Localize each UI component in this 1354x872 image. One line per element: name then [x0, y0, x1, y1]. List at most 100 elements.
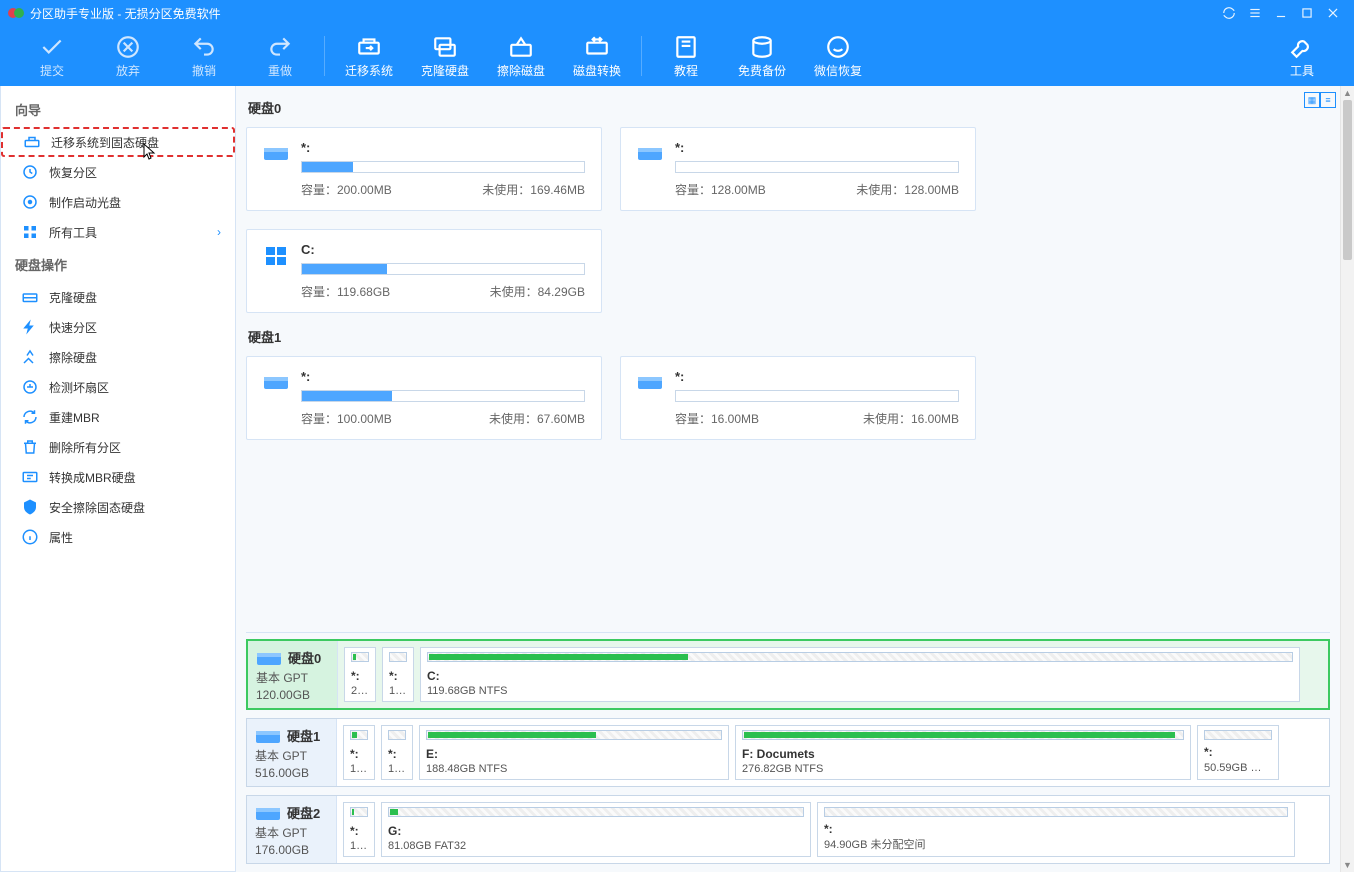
wipe-disk-button[interactable]: 擦除磁盘	[483, 28, 559, 84]
diskmap-partition[interactable]: F: Documets276.82GB NTFS	[735, 725, 1191, 780]
sidebar-wizard-item[interactable]: 所有工具›	[1, 217, 235, 247]
partition-bar	[426, 730, 722, 740]
diskmap-partition[interactable]: *:20...	[344, 647, 376, 702]
sidebar-ops-item[interactable]: 检测坏扇区	[1, 372, 235, 402]
capacity-label: 容量：128.00MB	[675, 181, 766, 198]
disk-section-title: 硬盘1	[248, 327, 1330, 346]
sidebar-ops-item[interactable]: 安全擦除固态硬盘	[1, 492, 235, 522]
diskmap-partition[interactable]: *:10...	[343, 725, 375, 780]
clone-icon	[432, 34, 458, 60]
discard-button[interactable]: 放弃	[90, 28, 166, 84]
partition-label: *:	[824, 822, 1288, 836]
disk-icon	[637, 142, 663, 164]
migrate-os-button[interactable]: 迁移系统	[331, 28, 407, 84]
sidebar-ops-item[interactable]: 快速分区	[1, 312, 235, 342]
diskmap-partition[interactable]: *:12...	[382, 647, 414, 702]
partition-detail: 276.82GB NTFS	[742, 763, 1184, 775]
refresh-icon[interactable]	[1216, 0, 1242, 26]
disk-name: 硬盘0	[288, 648, 321, 667]
view-grid-icon[interactable]: ▦	[1304, 92, 1320, 108]
sidebar-ops-item[interactable]: 克隆硬盘	[1, 282, 235, 312]
diskmap-row[interactable]: 硬盘2基本 GPT176.00GB*:15...G:81.08GB FAT32*…	[246, 795, 1330, 864]
diskmap-partition[interactable]: *:94.90GB 未分配空间	[817, 802, 1295, 857]
scroll-down-icon[interactable]: ▼	[1343, 858, 1352, 872]
sidebar-item-label: 所有工具	[49, 224, 97, 241]
sidebar-item-label: 安全擦除固态硬盘	[49, 499, 145, 516]
sidebar-ops-item[interactable]: 重建MBR	[1, 402, 235, 432]
free-label: 未使用：84.29GB	[490, 283, 585, 300]
partition-card[interactable]: C: 容量：119.68GB未使用：84.29GB	[246, 229, 602, 313]
partition-label: *:	[350, 824, 368, 838]
wrench-icon	[1289, 34, 1315, 60]
backup-button[interactable]: 免费备份	[724, 28, 800, 84]
partition-bar	[388, 730, 406, 740]
partition-bar	[389, 652, 407, 662]
partition-letter: *:	[301, 369, 585, 384]
sidebar-item-label: 重建MBR	[49, 409, 100, 426]
disk-map: 硬盘0基本 GPT120.00GB*:20...*:12...C:119.68G…	[246, 632, 1330, 872]
diskmap-partition[interactable]: *:50.59GB 未分...	[1197, 725, 1279, 780]
partition-label: *:	[351, 669, 369, 683]
minimize-icon[interactable]	[1268, 0, 1294, 26]
partition-bar	[824, 807, 1288, 817]
partition-bar	[388, 807, 804, 817]
sidebar-wizard-item[interactable]: 迁移系统到固态硬盘	[1, 127, 235, 157]
sidebar-item-label: 克隆硬盘	[49, 289, 97, 306]
diskmap-row[interactable]: 硬盘1基本 GPT516.00GB*:10...*:16...E:188.48G…	[246, 718, 1330, 787]
usage-bar	[675, 161, 959, 173]
close-icon[interactable]	[1320, 0, 1346, 26]
tutorial-button[interactable]: 教程	[648, 28, 724, 84]
menu-icon[interactable]	[1242, 0, 1268, 26]
diskmap-partition[interactable]: G:81.08GB FAT32	[381, 802, 811, 857]
diskmap-row[interactable]: 硬盘0基本 GPT120.00GB*:20...*:12...C:119.68G…	[246, 639, 1330, 710]
clone-disk-button[interactable]: 克隆硬盘	[407, 28, 483, 84]
cancel-icon	[115, 34, 141, 60]
undo-button[interactable]: 撤销	[166, 28, 242, 84]
partition-card[interactable]: *: 容量：128.00MB未使用：128.00MB	[620, 127, 976, 211]
redo-button[interactable]: 重做	[242, 28, 318, 84]
scroll-up-icon[interactable]: ▲	[1343, 86, 1352, 100]
capacity-label: 容量：119.68GB	[301, 283, 390, 300]
scrollbar-thumb[interactable]	[1343, 100, 1352, 260]
partition-detail: 16...	[388, 763, 406, 775]
app-logo-icon	[8, 5, 24, 21]
titlebar: 分区助手专业版 - 无损分区免费软件	[0, 0, 1354, 26]
sidebar-ops-item[interactable]: 转换成MBR硬盘	[1, 462, 235, 492]
partition-card[interactable]: *: 容量：16.00MB未使用：16.00MB	[620, 356, 976, 440]
partition-card[interactable]: *: 容量：100.00MB未使用：67.60MB	[246, 356, 602, 440]
diskmap-partition[interactable]: E:188.48GB NTFS	[419, 725, 729, 780]
diskmap-header: 硬盘2基本 GPT176.00GB	[247, 796, 337, 863]
disk-icon	[263, 142, 289, 164]
view-list-icon[interactable]: ≡	[1320, 92, 1336, 108]
disk-ops-heading: 硬盘操作	[1, 247, 235, 282]
commit-button[interactable]: 提交	[14, 28, 90, 84]
sidebar-item-label: 转换成MBR硬盘	[49, 469, 136, 486]
diskmap-partition[interactable]: C:119.68GB NTFS	[420, 647, 1300, 702]
partition-detail: 15...	[350, 840, 368, 852]
wechat-recover-button[interactable]: 微信恢复	[800, 28, 876, 84]
sidebar-ops-item[interactable]: 属性	[1, 522, 235, 552]
sidebar-item-label: 恢复分区	[49, 164, 97, 181]
wechat-icon	[825, 34, 851, 60]
tools-button[interactable]: 工具	[1264, 28, 1340, 84]
partition-label: *:	[389, 669, 407, 683]
convert-disk-button[interactable]: 磁盘转换	[559, 28, 635, 84]
sidebar: 向导 迁移系统到固态硬盘恢复分区制作启动光盘所有工具› 硬盘操作 克隆硬盘快速分…	[0, 86, 236, 872]
diskmap-partition[interactable]: *: 15...	[343, 802, 375, 857]
sidebar-ops-item[interactable]: 擦除硬盘	[1, 342, 235, 372]
sidebar-item-icon	[21, 408, 39, 426]
vertical-scrollbar[interactable]: ▲ ▼	[1340, 86, 1354, 872]
maximize-icon[interactable]	[1294, 0, 1320, 26]
partition-detail: 81.08GB FAT32	[388, 840, 804, 852]
sidebar-ops-item[interactable]: 删除所有分区	[1, 432, 235, 462]
undo-icon	[191, 34, 217, 60]
partition-label: E:	[426, 747, 722, 761]
sidebar-wizard-item[interactable]: 制作启动光盘	[1, 187, 235, 217]
toolbar-separator	[324, 36, 325, 76]
diskmap-partition[interactable]: *:16...	[381, 725, 413, 780]
disk-size: 516.00GB	[255, 766, 328, 780]
sidebar-item-icon	[21, 288, 39, 306]
sidebar-item-icon	[21, 223, 39, 241]
partition-card[interactable]: *: 容量：200.00MB未使用：169.46MB	[246, 127, 602, 211]
sidebar-wizard-item[interactable]: 恢复分区	[1, 157, 235, 187]
